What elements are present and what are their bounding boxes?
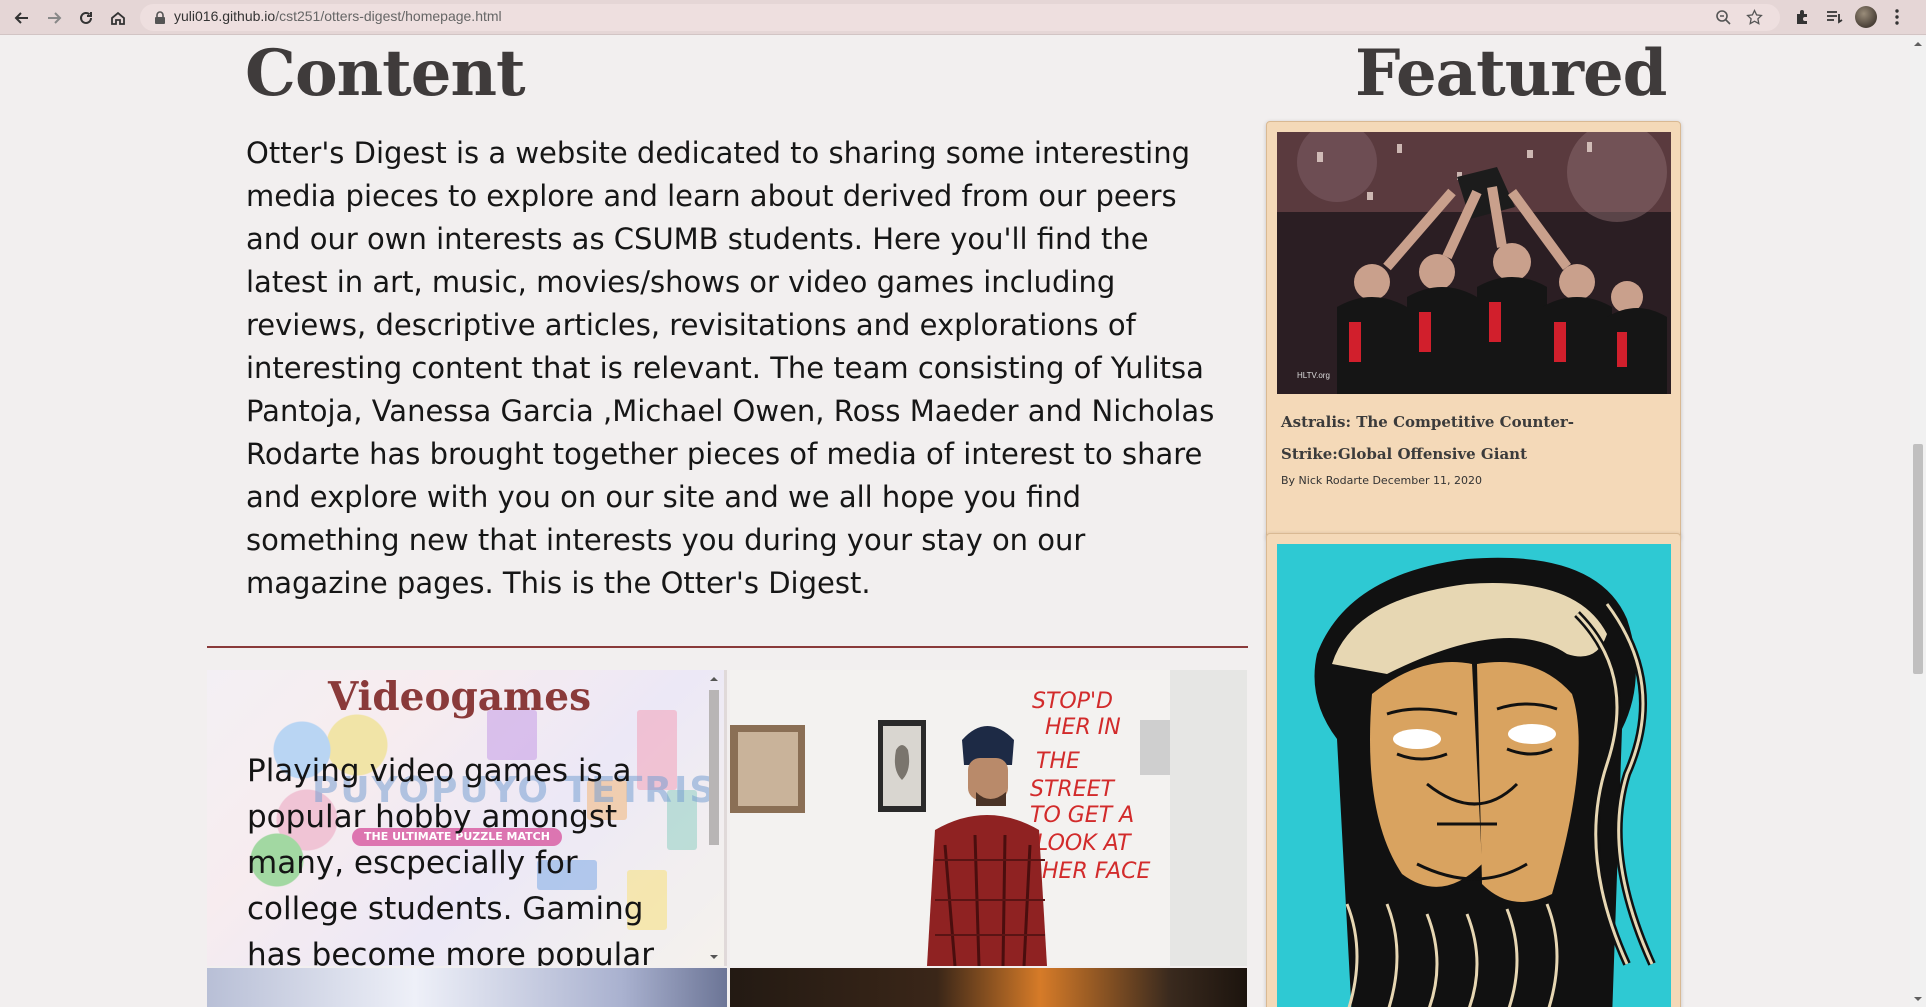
reload-icon (80, 11, 92, 24)
svg-text:TO GET A: TO GET A (1030, 803, 1134, 828)
profile-avatar[interactable] (1855, 6, 1877, 28)
more-menu-icon[interactable] (1892, 8, 1902, 26)
back-button[interactable] (10, 6, 34, 30)
music-tile-image[interactable] (730, 968, 1247, 1007)
scroll-down-arrow-icon[interactable] (708, 952, 720, 962)
bookmark-star-icon[interactable] (1746, 9, 1763, 26)
astralis-trophy-photo: HLTV.org (1277, 132, 1671, 394)
section-divider (207, 646, 1248, 648)
featured-card-astralis[interactable]: HLTV.org Astralis: The Competitive Count… (1266, 121, 1681, 539)
page-scroll-down-icon[interactable] (1913, 995, 1923, 1003)
videogames-tile[interactable]: PUYOPUYO TETRIS THE ULTIMATE PUZZLE MATC… (207, 670, 727, 966)
featured-heading: Featured (1355, 36, 1667, 111)
home-icon (111, 11, 125, 25)
svg-text:HER IN: HER IN (1045, 715, 1121, 740)
intro-paragraph: Otter's Digest is a website dedicated to… (246, 136, 1215, 600)
back-arrow-icon (14, 12, 28, 24)
extensions-puzzle-icon[interactable] (1794, 8, 1812, 26)
page-viewport: Content Otter's Digest is a website dedi… (0, 36, 1926, 1007)
art-tile[interactable]: STOP'D HER IN THE STREET TO GET A LOOK A… (730, 670, 1247, 966)
forward-button[interactable] (42, 6, 66, 30)
hltv-watermark: HLTV.org (1297, 371, 1330, 380)
url-host: yuli016.github.io (174, 8, 276, 24)
browser-toolbar: yuli016.github.io/cst251/otters-digest/h… (0, 0, 1926, 35)
movies-tile-image[interactable] (207, 968, 727, 1007)
url-path: /cst251/otters-digest/homepage.html (275, 8, 502, 24)
tribal-face-artwork (1277, 544, 1671, 1007)
home-button[interactable] (106, 6, 130, 30)
svg-text:LOOK AT: LOOK AT (1036, 831, 1132, 856)
page-scroll-up-icon[interactable] (1913, 40, 1923, 48)
lock-icon (155, 11, 165, 24)
art-gallery-photo: STOP'D HER IN THE STREET TO GET A LOOK A… (730, 670, 1247, 966)
svg-text:THE: THE (1036, 749, 1080, 774)
url-text: yuli016.github.io/cst251/otters-digest/h… (174, 8, 502, 24)
page-scrollbar[interactable] (1910, 36, 1926, 1007)
svg-text:HER FACE: HER FACE (1042, 859, 1150, 884)
videogames-title: Videogames (327, 674, 592, 720)
forward-arrow-icon (48, 12, 62, 24)
address-bar[interactable]: yuli016.github.io/cst251/otters-digest/h… (140, 4, 1780, 31)
videogames-scroll-thumb[interactable] (709, 690, 719, 845)
svg-text:STOP'D: STOP'D (1032, 689, 1113, 714)
svg-text:STREET: STREET (1030, 777, 1115, 802)
videogames-text: Playing video games is a popular hobby a… (247, 753, 655, 966)
page-scroll-thumb[interactable] (1913, 444, 1923, 674)
zoom-icon[interactable] (1715, 9, 1732, 26)
featured-card-meta: By Nick Rodarte December 11, 2020 (1281, 474, 1482, 487)
featured-card-title[interactable]: Astralis: The Competitive Counter-Strike… (1281, 406, 1666, 470)
reading-list-icon[interactable] (1825, 8, 1843, 26)
content-heading: Content (245, 36, 526, 111)
featured-card-art[interactable] (1266, 533, 1681, 1007)
scroll-up-arrow-icon[interactable] (708, 674, 720, 684)
reload-button[interactable] (74, 6, 98, 30)
